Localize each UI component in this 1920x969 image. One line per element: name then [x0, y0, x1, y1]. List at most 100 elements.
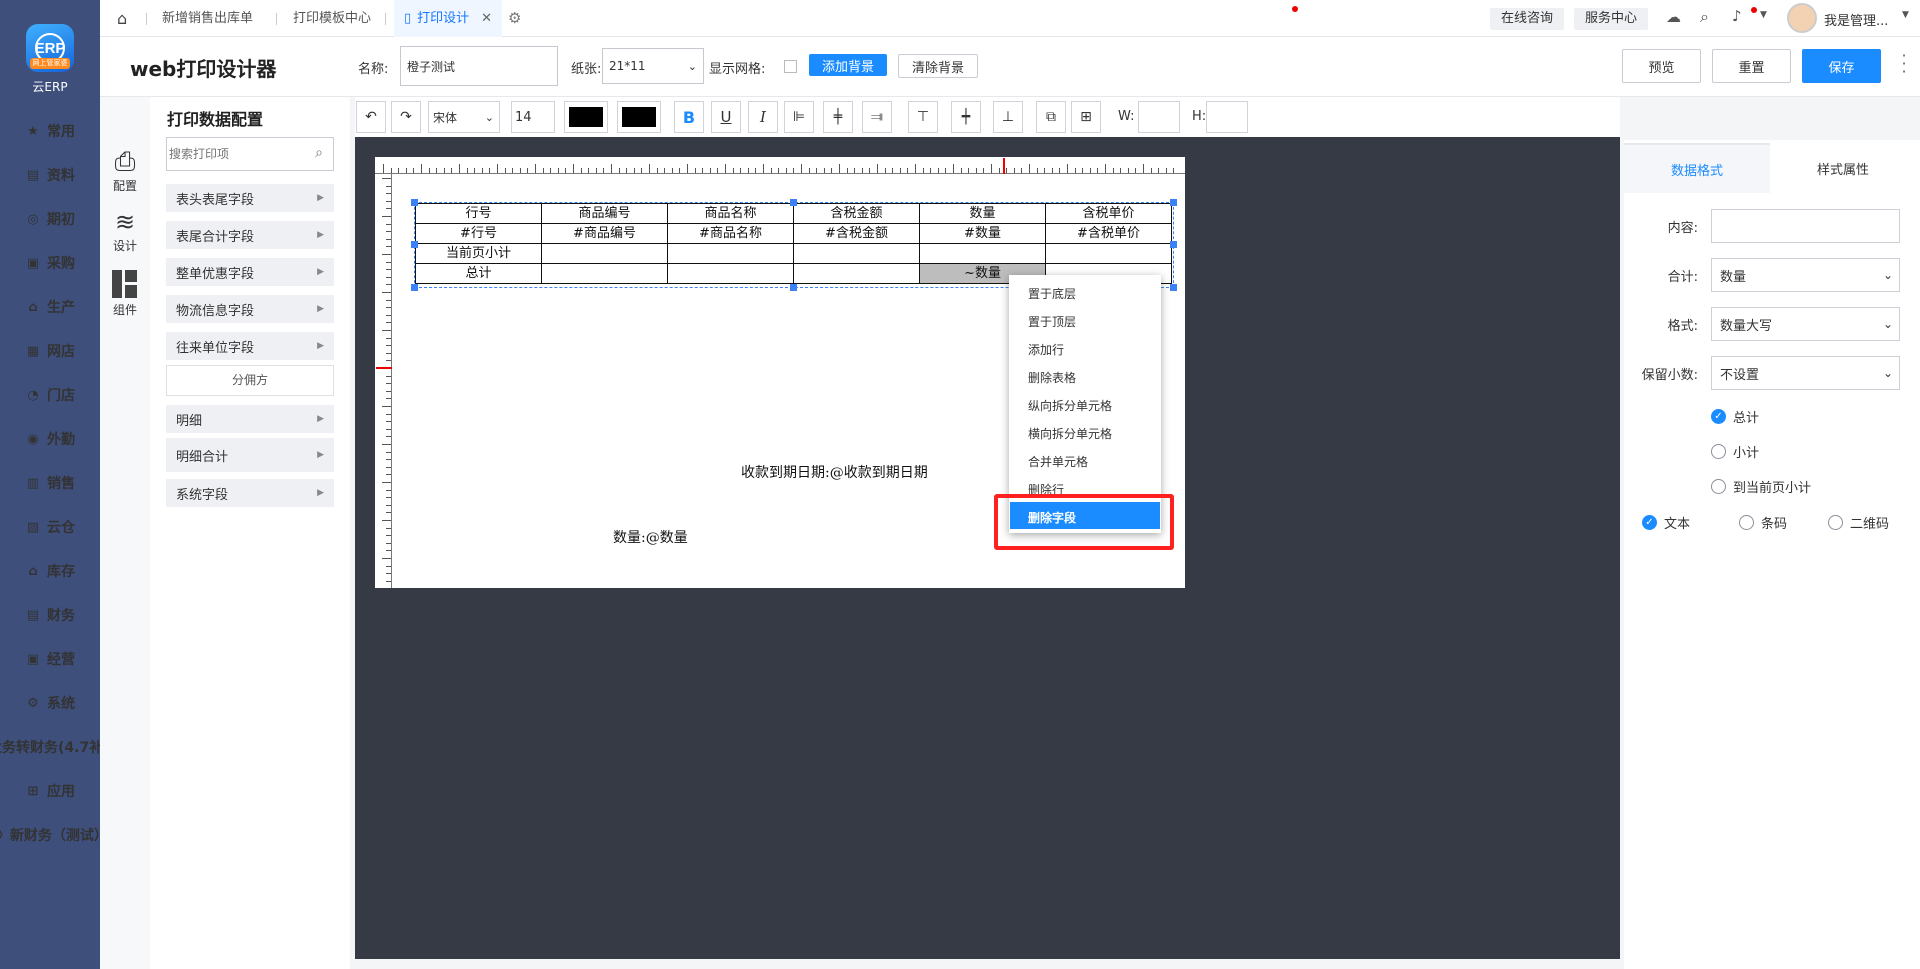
table-subtotal-cell[interactable]: 当前页小计	[415, 243, 542, 264]
align-center-icon[interactable]: ╪	[823, 101, 853, 133]
detail-group[interactable]: 系统字段 ▶	[166, 479, 334, 507]
table-field-cell[interactable]: #行号	[415, 223, 542, 244]
resize-handle[interactable]	[790, 284, 797, 291]
commission-button[interactable]: 分佣方	[166, 365, 334, 396]
bell-icon[interactable]: ♪	[1732, 7, 1742, 25]
bold-button[interactable]: B	[674, 101, 704, 133]
context-menu-item[interactable]: 置于底层	[1028, 285, 1076, 302]
rail-config[interactable]: ⎙ 配置	[100, 147, 150, 194]
gear-icon[interactable]: ⚙	[508, 0, 521, 37]
resize-handle[interactable]	[411, 241, 418, 248]
grid-checkbox[interactable]	[784, 60, 797, 73]
print-table[interactable]: 行号 商品编号 商品名称 含税金额 数量 含税单价 #行号 #商品编号 #商品名…	[415, 203, 1172, 284]
receive-date-text[interactable]: 收款到期日期:@收款到期日期	[741, 462, 928, 482]
align-bottom-icon[interactable]: ⊥	[993, 101, 1023, 133]
format-select[interactable]: 数量大写 ⌄	[1711, 307, 1900, 341]
resize-handle[interactable]	[411, 199, 418, 206]
paper-select[interactable]: 21*11 ⌄	[602, 48, 704, 84]
reset-button[interactable]: 重置	[1712, 49, 1791, 83]
rail-design[interactable]: ≋ 设计	[100, 207, 150, 254]
save-button[interactable]: 保存	[1802, 49, 1881, 83]
sidebar-item[interactable]: ◉ 外勤	[0, 428, 100, 450]
table-cell[interactable]	[793, 243, 920, 264]
option-text[interactable]: ✓ 文本	[1642, 513, 1690, 532]
context-menu-item[interactable]: 置于顶层	[1028, 313, 1076, 330]
table-cell[interactable]	[1045, 243, 1172, 264]
chevron-down-icon[interactable]: ▼	[1760, 10, 1767, 20]
quantity-text[interactable]: 数量:@数量	[613, 527, 688, 547]
context-menu-item[interactable]: 纵向拆分单元格	[1028, 397, 1112, 414]
font-color-button[interactable]	[564, 101, 608, 133]
context-menu-item[interactable]: 添加行	[1028, 341, 1064, 358]
redo-icon[interactable]: ↷	[391, 101, 421, 133]
sidebar-item[interactable]: ⚙ 新财务（测试）	[0, 824, 108, 846]
content-input[interactable]	[1711, 209, 1900, 243]
sidebar-item[interactable]: ⌂ 库存	[0, 560, 100, 582]
align-top-icon[interactable]: ⊤	[908, 101, 938, 133]
table-header-cell[interactable]: 数量	[919, 203, 1046, 224]
sidebar-item[interactable]: ▥ 销售	[0, 472, 100, 494]
clear-background-button[interactable]: 清除背景	[898, 54, 978, 78]
online-consult-button[interactable]: 在线咨询	[1490, 8, 1564, 30]
align-left-icon[interactable]: ⊫	[784, 101, 814, 133]
table-field-cell[interactable]: #商品名称	[667, 223, 794, 244]
add-background-button[interactable]: 添加背景	[809, 54, 887, 76]
field-group[interactable]: 表头表尾字段 ▶	[166, 184, 334, 212]
resize-handle[interactable]	[1170, 284, 1177, 291]
close-icon[interactable]: ✕	[481, 0, 492, 37]
user-name[interactable]: 我是管理...	[1824, 10, 1888, 29]
table-cell[interactable]	[541, 263, 668, 284]
preview-button[interactable]: 预览	[1622, 49, 1701, 83]
resize-handle[interactable]	[790, 199, 797, 206]
search-icon[interactable]: ⌕	[1700, 7, 1709, 27]
home-icon[interactable]: ⌂	[117, 0, 127, 37]
sidebar-item[interactable]: ⚙ 系统	[0, 692, 100, 714]
table-field-cell[interactable]: #数量	[919, 223, 1046, 244]
context-menu-item[interactable]: 横向拆分单元格	[1028, 425, 1112, 442]
resize-handle[interactable]	[1170, 199, 1177, 206]
tab-print-template-center[interactable]: 打印模板中心	[293, 0, 371, 37]
align-distribute-icon[interactable]: ⊞	[1071, 101, 1101, 133]
table-field-cell[interactable]: #商品编号	[541, 223, 668, 244]
tab-data-format[interactable]: 数据格式	[1624, 143, 1770, 193]
option-barcode[interactable]: 条码	[1739, 513, 1787, 532]
table-cell[interactable]	[919, 243, 1046, 264]
table-cell[interactable]	[541, 243, 668, 264]
align-right-icon[interactable]: ⫥	[862, 101, 892, 133]
radio-total[interactable]: ✓ 总计	[1711, 407, 1759, 426]
sidebar-item[interactable]: ▧ 云仓	[0, 516, 100, 538]
app-logo[interactable]: ERP 网上管家婆	[26, 24, 74, 72]
height-input[interactable]	[1206, 101, 1248, 133]
table-header-cell[interactable]: 含税金额	[793, 203, 920, 224]
tab-print-design[interactable]: ▯ 打印设计 ✕	[394, 0, 503, 37]
sidebar-item[interactable]: ▦ 网店	[0, 340, 100, 362]
table-header-cell[interactable]: 商品名称	[667, 203, 794, 224]
context-menu-item[interactable]: 合并单元格	[1028, 453, 1088, 470]
resize-handle[interactable]	[1170, 241, 1177, 248]
sidebar-item[interactable]: ◔ 门店	[0, 384, 100, 406]
same-size-icon[interactable]: ⧉	[1036, 101, 1066, 133]
tab-new-sales-outbound[interactable]: 新增销售出库单	[162, 0, 253, 37]
tab-style-properties[interactable]: 样式属性	[1770, 143, 1916, 193]
sidebar-item[interactable]: ▤ 资料	[0, 164, 100, 186]
search-box[interactable]: ⌕	[166, 137, 334, 171]
sidebar-item[interactable]: ⊞ 应用	[0, 780, 100, 802]
background-color-button[interactable]	[617, 101, 661, 133]
search-input[interactable]	[169, 142, 299, 166]
align-middle-icon[interactable]: ┿	[951, 101, 981, 133]
radio-page-subtotal[interactable]: 到当前页小计	[1711, 477, 1811, 496]
table-total-cell[interactable]: 总计	[415, 263, 542, 284]
service-center-button[interactable]: 服务中心	[1574, 8, 1648, 30]
sidebar-item[interactable]: ▣ 经营	[0, 648, 100, 670]
width-input[interactable]	[1138, 101, 1180, 133]
resize-handle[interactable]	[411, 284, 418, 291]
field-group[interactable]: 整单优惠字段 ▶	[166, 258, 334, 286]
avatar[interactable]	[1787, 3, 1817, 33]
radio-subtotal[interactable]: 小计	[1711, 442, 1759, 461]
detail-group[interactable]: 明细合计 ▶	[166, 438, 334, 472]
name-input[interactable]: 橙子测试	[400, 46, 558, 86]
table-header-cell[interactable]: 含税单价	[1045, 203, 1172, 224]
sum-select[interactable]: 数量 ⌄	[1711, 258, 1900, 292]
option-qrcode[interactable]: 二维码	[1828, 513, 1889, 532]
context-menu-item[interactable]: 删除表格	[1028, 369, 1076, 386]
